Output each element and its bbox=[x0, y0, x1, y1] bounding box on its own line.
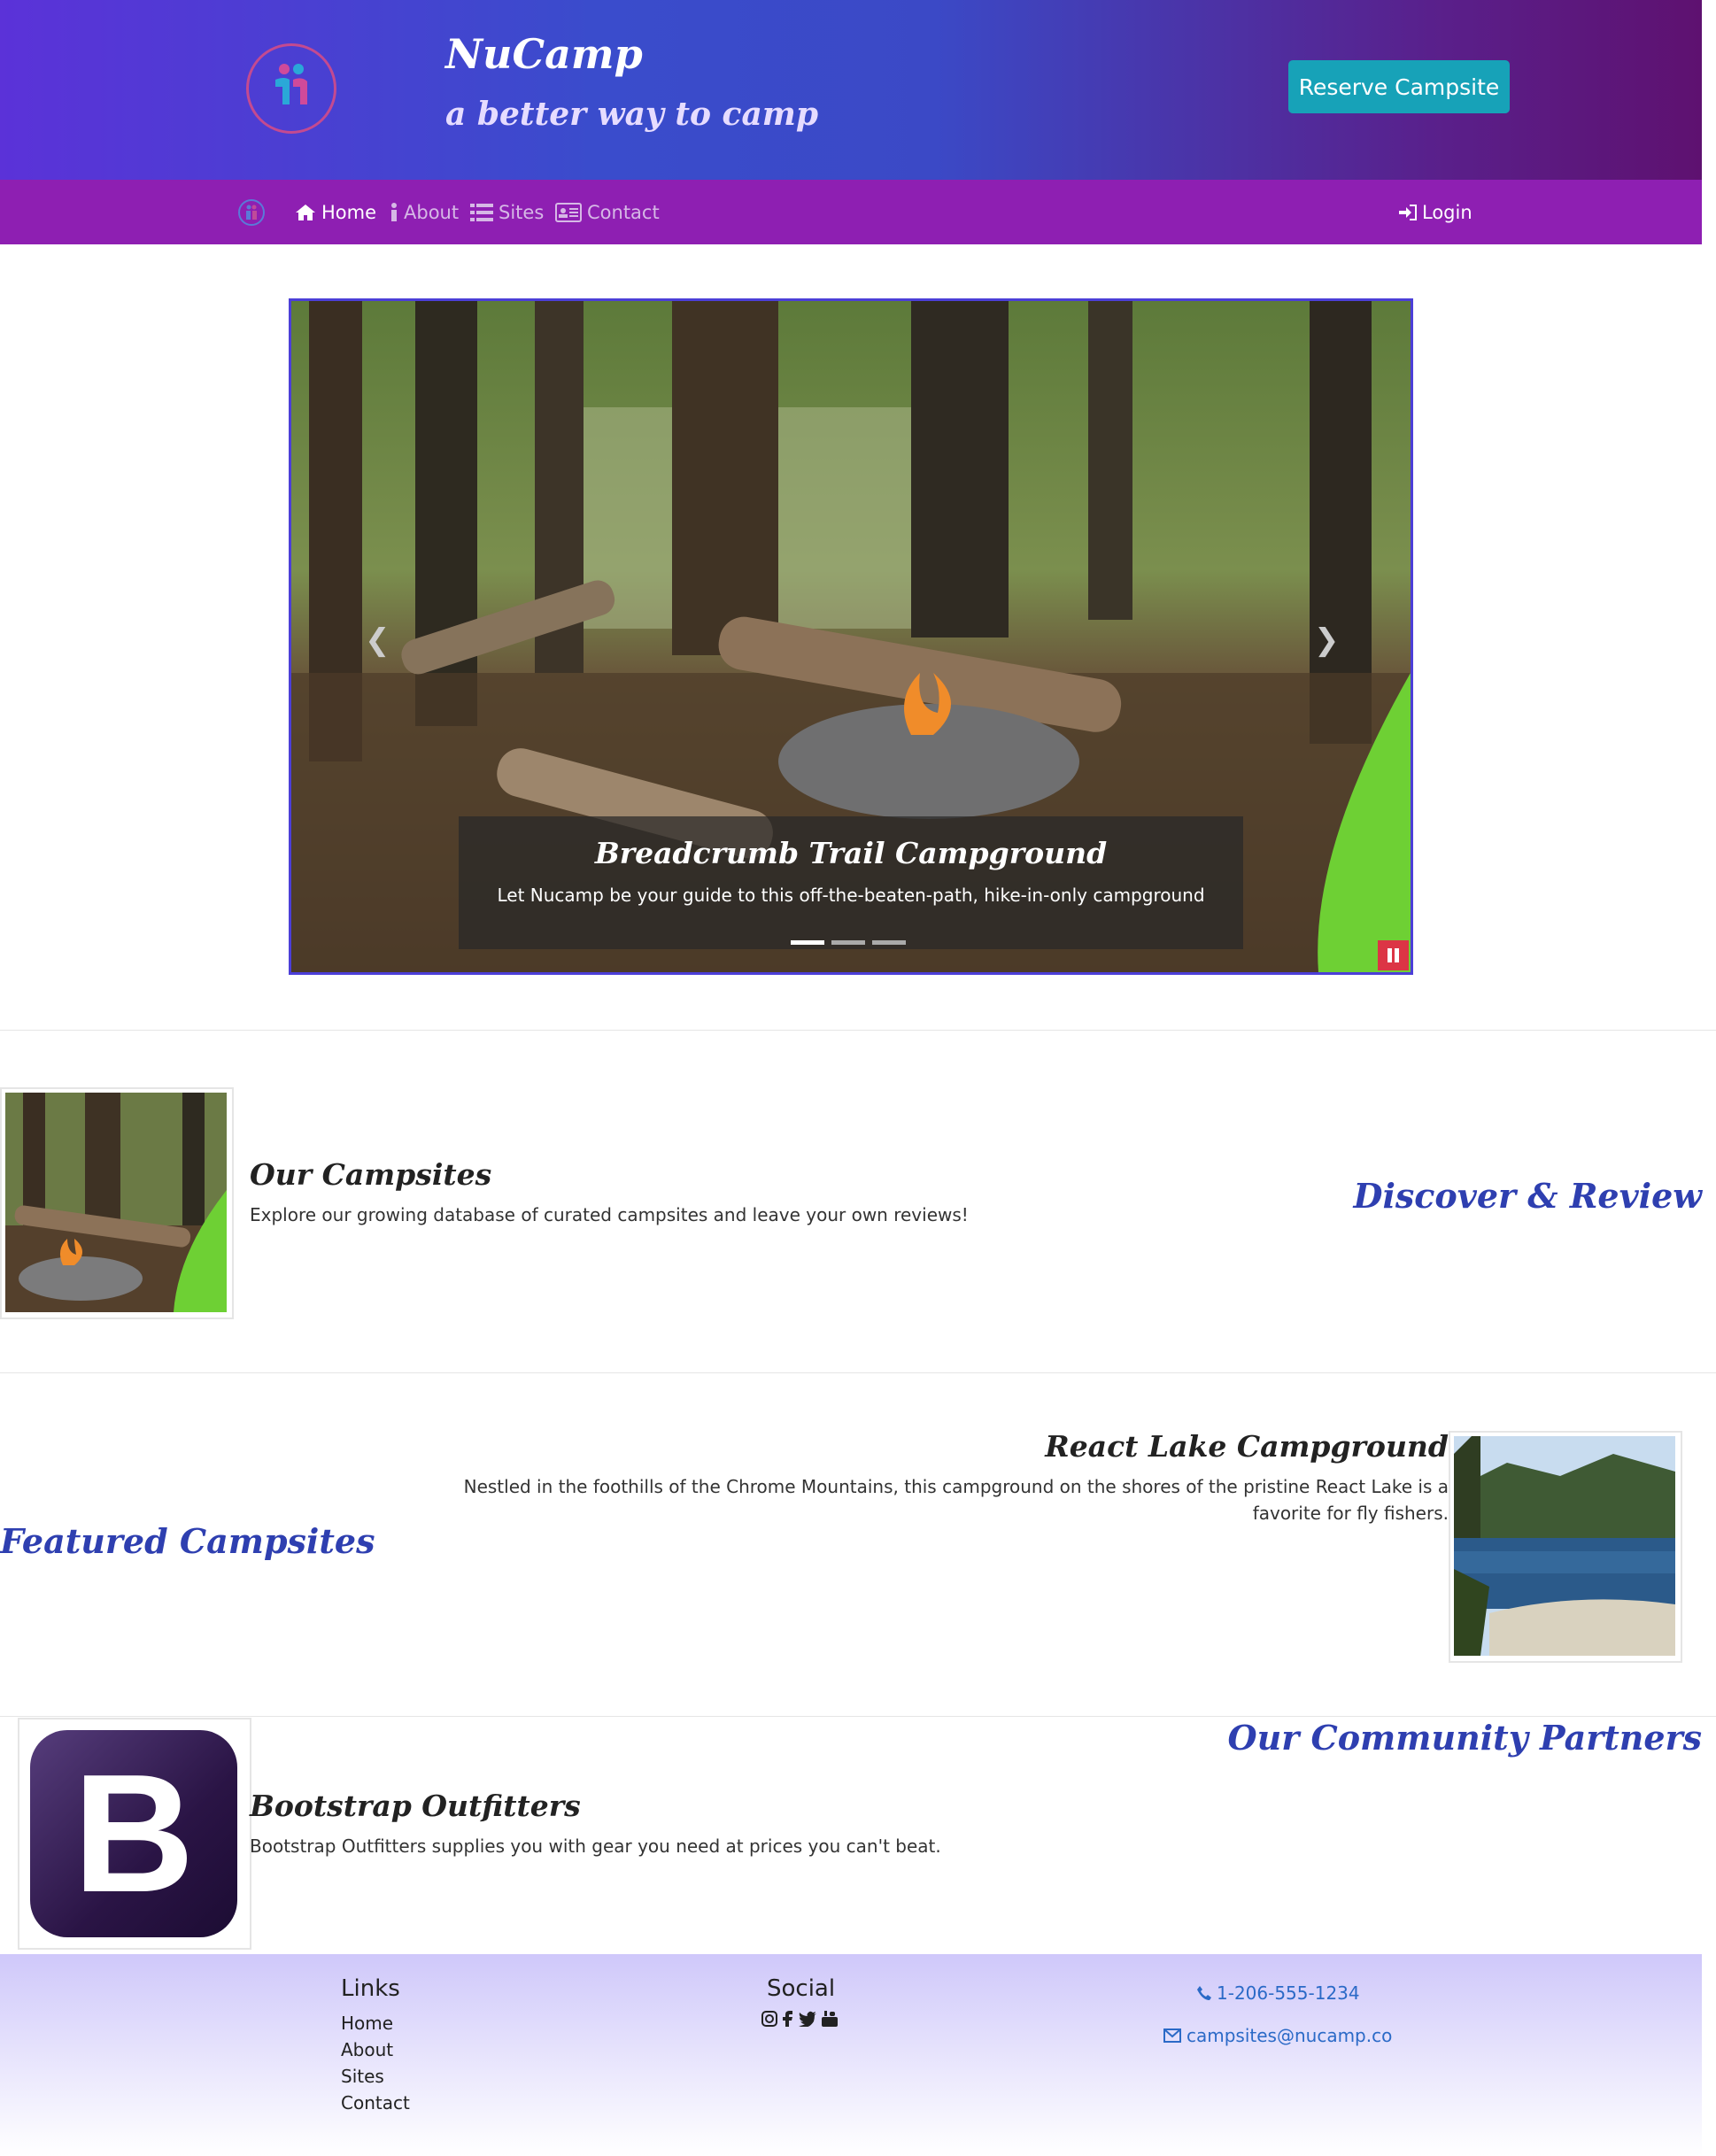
phone-icon bbox=[1197, 1986, 1211, 2000]
login-label: Login bbox=[1422, 201, 1473, 223]
campsites-title: Our Campsites bbox=[250, 1157, 492, 1192]
navbar-logo-icon[interactable] bbox=[237, 180, 271, 244]
brand-tagline: a better way to camp bbox=[445, 96, 819, 133]
carousel-caption-title: Breadcrumb Trail Campground bbox=[594, 836, 1108, 870]
nav-item-about[interactable]: About bbox=[390, 180, 459, 244]
login-button[interactable]: Login bbox=[1399, 180, 1473, 244]
section-divider bbox=[0, 1716, 1716, 1717]
nav-item-label: About bbox=[404, 201, 460, 223]
nav-item-label: Sites bbox=[499, 201, 545, 223]
carousel-indicator-2[interactable] bbox=[831, 940, 865, 945]
carousel-next-icon[interactable]: ❯ bbox=[1314, 622, 1340, 658]
partner-title: Bootstrap Outfitters bbox=[250, 1789, 581, 1823]
footer-email-link[interactable]: campsites@nucamp.co bbox=[1163, 2025, 1392, 2046]
twitter-icon[interactable] bbox=[799, 2011, 816, 2027]
footer-link-about[interactable]: About bbox=[341, 2039, 393, 2060]
home-icon bbox=[296, 204, 315, 220]
footer-links-heading: Links bbox=[341, 1975, 400, 2002]
info-icon bbox=[391, 202, 397, 221]
nav-item-label: Contact bbox=[587, 201, 660, 223]
nav-item-contact[interactable]: Contact bbox=[555, 180, 660, 244]
section-divider bbox=[0, 1372, 1716, 1373]
carousel-indicator-1[interactable] bbox=[791, 940, 824, 945]
facebook-icon[interactable] bbox=[783, 2011, 793, 2027]
nav-item-label: Home bbox=[321, 201, 377, 223]
pause-icon bbox=[1387, 948, 1399, 962]
footer-link-sites[interactable]: Sites bbox=[341, 2066, 384, 2087]
featured-campsites-heading: Featured Campsites bbox=[0, 1521, 375, 1561]
footer-phone: 1-206-555-1234 bbox=[1217, 1982, 1360, 2004]
brand-title: NuCamp bbox=[445, 30, 643, 78]
address-card-icon bbox=[555, 202, 582, 222]
reserve-campsite-button[interactable]: Reserve Campsite bbox=[1288, 60, 1510, 113]
instagram-icon[interactable] bbox=[761, 2011, 777, 2027]
section-divider bbox=[0, 1030, 1716, 1031]
footer-link-home[interactable]: Home bbox=[341, 2013, 393, 2034]
featured-campground-title: React Lake Campground bbox=[1045, 1429, 1449, 1464]
site-header: NuCamp a better way to camp Reserve Camp… bbox=[0, 0, 1702, 180]
campsites-thumbnail bbox=[0, 1087, 234, 1319]
partner-text: Bootstrap Outfitters supplies you with g… bbox=[250, 1835, 941, 1857]
featured-campground-image bbox=[1449, 1431, 1682, 1663]
footer-link-contact[interactable]: Contact bbox=[341, 2092, 410, 2113]
discover-review-heading: Discover & Review bbox=[1353, 1176, 1702, 1216]
carousel-caption-text: Let Nucamp be your guide to this off-the… bbox=[497, 885, 1205, 906]
youtube-icon[interactable] bbox=[822, 2011, 838, 2027]
campsites-text: Explore our growing database of curated … bbox=[250, 1204, 969, 1225]
nav-item-home[interactable]: Home bbox=[295, 180, 376, 244]
list-icon bbox=[470, 203, 493, 221]
footer-social-heading: Social bbox=[767, 1975, 836, 2002]
bootstrap-logo: B bbox=[18, 1718, 251, 1950]
nucamp-logo bbox=[246, 43, 336, 134]
carousel-indicator-3[interactable] bbox=[872, 940, 906, 945]
social-icons bbox=[761, 2011, 838, 2027]
community-partners-heading: Our Community Partners bbox=[1227, 1718, 1702, 1758]
footer-phone-link[interactable]: 1-206-555-1234 bbox=[1197, 1982, 1360, 2004]
carousel-prev-icon[interactable]: ❮ bbox=[365, 622, 390, 658]
footer-email: campsites@nucamp.co bbox=[1187, 2025, 1393, 2046]
site-footer: Links Home About Sites Contact Social 1-… bbox=[0, 1954, 1702, 2156]
envelope-icon bbox=[1163, 2028, 1181, 2043]
main-navbar: Home About Sites Contact Login bbox=[0, 180, 1702, 244]
bootstrap-logo-letter: B bbox=[73, 1740, 195, 1928]
featured-campground-text: Nestled in the foothills of the Chrome M… bbox=[463, 1476, 1449, 1524]
carousel-pause-button[interactable] bbox=[1378, 940, 1409, 970]
sign-in-icon bbox=[1399, 204, 1417, 220]
nav-item-sites[interactable]: Sites bbox=[470, 180, 544, 244]
